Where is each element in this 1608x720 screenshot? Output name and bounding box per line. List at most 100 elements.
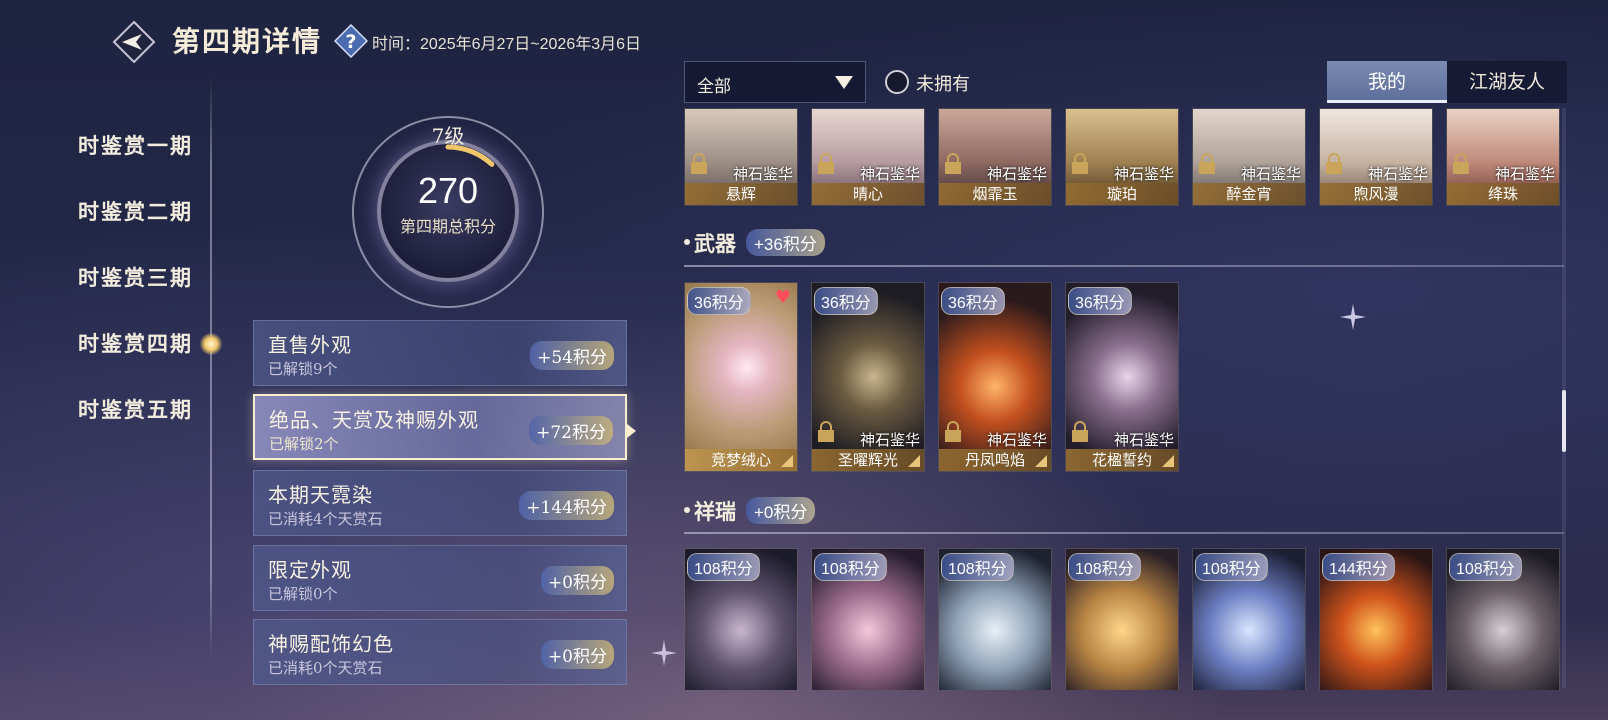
outfit-card[interactable]: 神石鉴华 烟霏玉 — [938, 108, 1052, 206]
period-time-label: 时间：2025年6月27日~2026年3月6日 — [372, 36, 642, 53]
rarity-label: 神石鉴华 — [986, 165, 1047, 183]
rarity-label: 神石鉴华 — [1240, 165, 1301, 183]
mount-card[interactable]: 108积分 — [684, 548, 798, 690]
collection-scrollbar-thumb[interactable] — [1562, 390, 1566, 452]
category-status: 已解锁0个 — [268, 585, 338, 603]
mount-card[interactable]: 108积分 — [811, 548, 925, 690]
unowned-label[interactable]: 未拥有 — [916, 70, 970, 96]
outfit-name: 烟霏玉 — [939, 183, 1051, 205]
total-score-value: 270 — [417, 170, 479, 211]
mount-points-badge: 108积分 — [1195, 553, 1268, 581]
tab-mine[interactable]: 我的 — [1327, 61, 1447, 103]
lock-icon — [818, 421, 834, 442]
ownership-filter-select[interactable]: 全部 — [684, 61, 866, 103]
rarity-label: 神石鉴华 — [859, 431, 920, 449]
category-card-dye[interactable]: 本期天霓染 已消耗4个天赏石 +144积分 — [253, 470, 627, 536]
tab-friends[interactable]: 江湖友人 — [1447, 61, 1567, 103]
rarity-label: 神石鉴华 — [1494, 165, 1555, 183]
back-arrow-icon — [112, 20, 156, 64]
weapons-section-title: 武器 — [694, 231, 736, 256]
outfit-card[interactable]: 神石鉴华 悬辉 — [684, 108, 798, 206]
mount-points-badge: 108积分 — [687, 553, 760, 581]
mount-card[interactable]: 108积分 — [938, 548, 1052, 690]
lock-icon — [945, 153, 961, 174]
outfit-card[interactable]: 神石鉴华 绛珠 — [1446, 108, 1560, 206]
category-points: +0积分 — [540, 640, 614, 669]
outfit-name: 绛珠 — [1447, 183, 1559, 205]
back-button[interactable] — [112, 20, 156, 64]
weapon-card[interactable]: 36积分 ♥ 竞梦绒心 — [684, 282, 798, 472]
category-name: 直售外观 — [268, 333, 352, 357]
corner-quality-icon — [1035, 455, 1047, 467]
rarity-label: 神石鉴华 — [859, 165, 920, 183]
dropdown-caret-icon — [835, 76, 853, 89]
category-card-premium[interactable]: 绝品、天赏及神赐外观 已解锁2个 +72积分 — [253, 394, 627, 460]
mount-card[interactable]: 144积分 — [1319, 548, 1433, 690]
outfit-card[interactable]: 神石鉴华 璇珀 — [1065, 108, 1179, 206]
weapons-section-points: +36积分 — [746, 229, 825, 256]
mount-card[interactable]: 108积分 — [1065, 548, 1179, 690]
collection-panel[interactable]: 神石鉴华 悬辉 神石鉴华 晴心 神石鉴华 烟霏玉 神石鉴华 璇珀 神石鉴华 醉金… — [684, 108, 1564, 690]
weapon-points-badge: 36积分 — [1068, 287, 1132, 315]
category-points: +144积分 — [519, 491, 614, 520]
rarity-label: 神石鉴华 — [1113, 165, 1174, 183]
category-name: 本期天霓染 — [268, 483, 373, 507]
lock-icon — [1072, 421, 1088, 442]
svg-text:?: ? — [345, 31, 356, 53]
outfit-name: 璇珀 — [1066, 183, 1178, 205]
nav-item-period-1[interactable]: 时鉴赏一期 — [78, 130, 193, 160]
mount-points-badge: 108积分 — [1449, 553, 1522, 581]
outfit-card[interactable]: 神石鉴华 晴心 — [811, 108, 925, 206]
nav-item-period-2[interactable]: 时鉴赏二期 — [78, 196, 193, 226]
weapon-points-badge: 36积分 — [687, 287, 751, 315]
active-category-arrow-icon — [627, 424, 636, 438]
mount-card[interactable]: 108积分 — [1192, 548, 1306, 690]
category-name: 限定外观 — [268, 558, 352, 582]
section-divider — [684, 532, 1564, 534]
outfit-card[interactable]: 神石鉴华 醉金宵 — [1192, 108, 1306, 206]
level-label: 7级 — [431, 124, 465, 148]
nav-item-period-4[interactable]: 时鉴赏四期 — [78, 328, 193, 358]
weapon-points-badge: 36积分 — [941, 287, 1005, 315]
weapon-points-badge: 36积分 — [814, 287, 878, 315]
nav-item-period-3[interactable]: 时鉴赏三期 — [78, 262, 193, 292]
section-bullet-icon — [684, 239, 690, 245]
help-icon[interactable]: ? — [333, 23, 369, 59]
mount-points-badge: 108积分 — [941, 553, 1014, 581]
mount-card[interactable]: 108积分 — [1446, 548, 1560, 690]
category-status: 已解锁2个 — [269, 435, 339, 453]
category-card-direct-sale[interactable]: 直售外观 已解锁9个 +54积分 — [253, 320, 627, 386]
favorite-heart-icon[interactable]: ♥ — [775, 289, 791, 307]
lock-icon — [1453, 153, 1469, 174]
outfit-name: 煦风漫 — [1320, 183, 1432, 205]
filter-select-value: 全部 — [697, 77, 731, 96]
lock-icon — [1326, 153, 1342, 174]
rarity-label: 神石鉴华 — [732, 165, 793, 183]
mount-points-badge: 144积分 — [1322, 553, 1395, 581]
rarity-label: 神石鉴华 — [986, 431, 1047, 449]
category-status: 已消耗0个天赏石 — [268, 659, 383, 677]
category-card-accessory-color[interactable]: 神赐配饰幻色 已消耗0个天赏石 +0积分 — [253, 619, 627, 685]
mount-points-badge: 108积分 — [1068, 553, 1141, 581]
corner-quality-icon — [1162, 455, 1174, 467]
weapon-card[interactable]: 36积分 神石鉴华 圣曜辉光 — [811, 282, 925, 472]
nav-item-period-5[interactable]: 时鉴赏五期 — [78, 394, 193, 424]
active-nav-marker-icon — [200, 333, 222, 355]
weapon-card[interactable]: 36积分 神石鉴华 花楹誓约 — [1065, 282, 1179, 472]
lock-icon — [691, 153, 707, 174]
sparkle-icon — [1340, 304, 1366, 330]
weapon-card[interactable]: 36积分 神石鉴华 丹凤鸣焰 — [938, 282, 1052, 472]
unowned-radio[interactable] — [885, 70, 909, 94]
sparkle-icon — [651, 640, 677, 666]
outfit-name: 悬辉 — [685, 183, 797, 205]
lock-icon — [818, 153, 834, 174]
outfit-card[interactable]: 神石鉴华 煦风漫 — [1319, 108, 1433, 206]
rarity-label: 神石鉴华 — [1367, 165, 1428, 183]
section-bullet-icon — [684, 507, 690, 513]
category-card-limited[interactable]: 限定外观 已解锁0个 +0积分 — [253, 545, 627, 611]
auspicious-section-title: 祥瑞 — [694, 499, 736, 524]
category-points: +0积分 — [540, 566, 614, 595]
category-name: 神赐配饰幻色 — [268, 632, 394, 656]
auspicious-section-points: +0积分 — [746, 497, 816, 524]
category-points: +54积分 — [530, 341, 614, 370]
